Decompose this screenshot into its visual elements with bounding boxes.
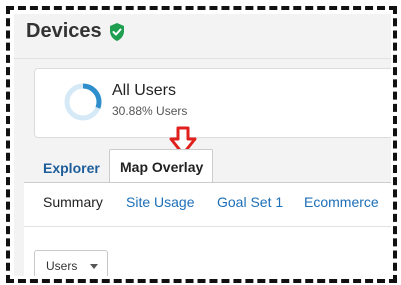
metric-dropdown-value: Users: [46, 259, 78, 273]
page-title: Devices: [26, 20, 102, 42]
subnav-summary[interactable]: Summary: [43, 194, 103, 210]
metric-dropdown[interactable]: Users: [34, 250, 108, 276]
shield-check-icon: [108, 22, 126, 42]
tab-map-overlay-label: Map Overlay: [120, 159, 204, 175]
page-header: Devices: [26, 20, 126, 43]
subnav-ecommerce[interactable]: Ecommerce: [304, 194, 379, 210]
subnav-goal-set-1[interactable]: Goal Set 1: [217, 194, 283, 210]
tab-map-overlay[interactable]: Map Overlay: [109, 149, 213, 182]
subnav-divider: [24, 226, 391, 227]
header-divider: [14, 58, 391, 59]
segment-card[interactable]: All Users 30.88% Users: [34, 68, 391, 138]
segment-name: All Users: [112, 82, 177, 99]
subnav-panel: Summary Site Usage Goal Set 1 Ecommerce …: [24, 183, 391, 276]
caret-down-icon: [90, 264, 98, 269]
segment-percentage: 30.88% Users: [112, 104, 188, 118]
tab-explorer[interactable]: Explorer: [43, 160, 100, 176]
subnav-site-usage[interactable]: Site Usage: [126, 194, 194, 210]
report-panel: Devices All Users 30.88% Users Explorer …: [14, 14, 391, 276]
segment-donut-chart: [64, 83, 102, 121]
